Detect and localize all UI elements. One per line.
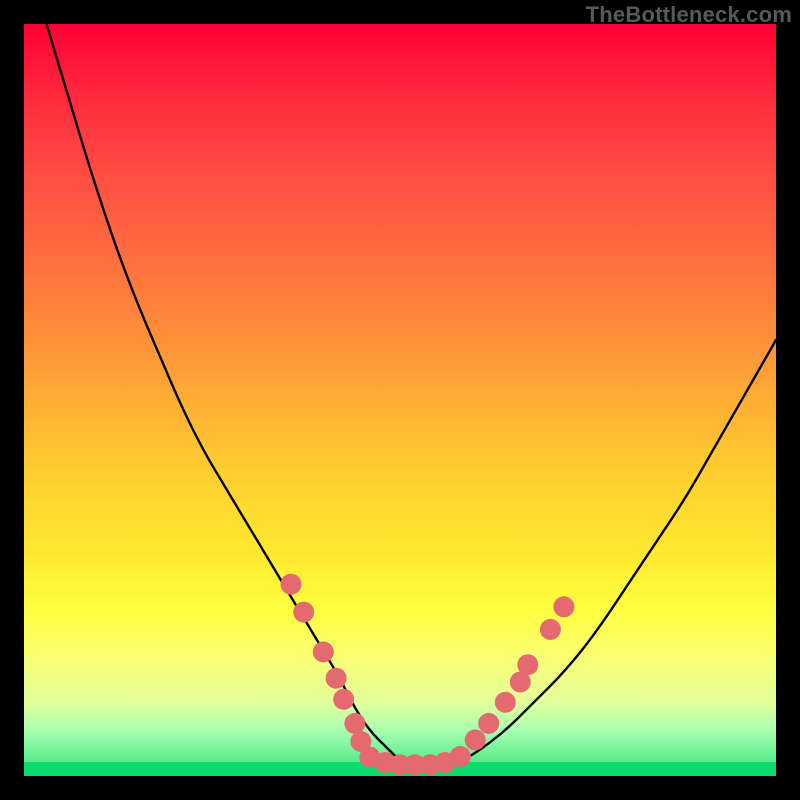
sample-dots <box>281 574 575 776</box>
sample-dot <box>553 596 574 617</box>
chart-frame <box>24 24 776 776</box>
sample-dot <box>344 713 365 734</box>
sample-dot <box>281 574 302 595</box>
sample-dot <box>350 731 371 752</box>
sample-dot <box>495 692 516 713</box>
bottleneck-curve <box>47 24 776 769</box>
sample-dot <box>510 672 531 693</box>
sample-dot <box>517 654 538 675</box>
sample-dot <box>313 641 334 662</box>
sample-dot <box>465 729 486 750</box>
sample-dot <box>540 619 561 640</box>
sample-dot <box>478 713 499 734</box>
sample-dot <box>326 668 347 689</box>
chart-svg <box>24 24 776 776</box>
sample-dot <box>293 602 314 623</box>
sample-dot <box>333 689 354 710</box>
baseline-strip <box>24 762 776 776</box>
